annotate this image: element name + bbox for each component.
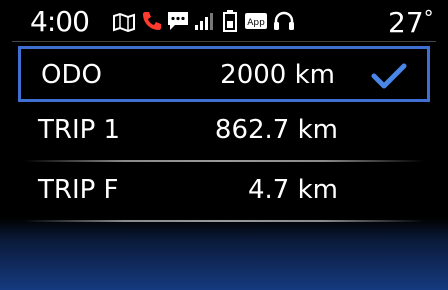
outside-temperature: 27° xyxy=(388,6,434,39)
row-divider xyxy=(24,160,424,162)
message-icon xyxy=(166,8,190,34)
headset-icon xyxy=(272,8,296,34)
odo-label: ODO xyxy=(41,60,102,90)
signal-icon xyxy=(192,8,216,34)
odo-row[interactable]: ODO 2000 km xyxy=(18,46,430,102)
temperature-unit: ° xyxy=(423,6,434,30)
trip1-label: TRIP 1 xyxy=(38,115,121,145)
temperature-value: 27 xyxy=(388,6,424,39)
odo-value: 2000 km xyxy=(220,60,335,90)
map-icon xyxy=(112,8,136,34)
trip1-value: 862.7 km xyxy=(214,115,338,145)
clock-time: 4:00 xyxy=(30,5,90,38)
tripf-row[interactable]: TRIP F 4.7 km xyxy=(18,164,430,220)
row-divider xyxy=(24,220,424,222)
battery-icon xyxy=(218,8,242,34)
trip1-row[interactable]: TRIP 1 862.7 km xyxy=(18,104,430,160)
tripf-value: 4.7 km xyxy=(248,175,338,205)
app-icon: App xyxy=(244,8,268,34)
svg-text:App: App xyxy=(247,18,265,28)
tripf-label: TRIP F xyxy=(38,175,119,205)
status-divider xyxy=(12,41,436,42)
phone-icon xyxy=(140,8,164,34)
check-icon xyxy=(371,63,407,93)
status-bar: 4:00 App 27° xyxy=(0,0,448,42)
cluster-screen: 4:00 App 27° ODO 2000 km TRIP 1 862.7 km… xyxy=(0,0,448,290)
